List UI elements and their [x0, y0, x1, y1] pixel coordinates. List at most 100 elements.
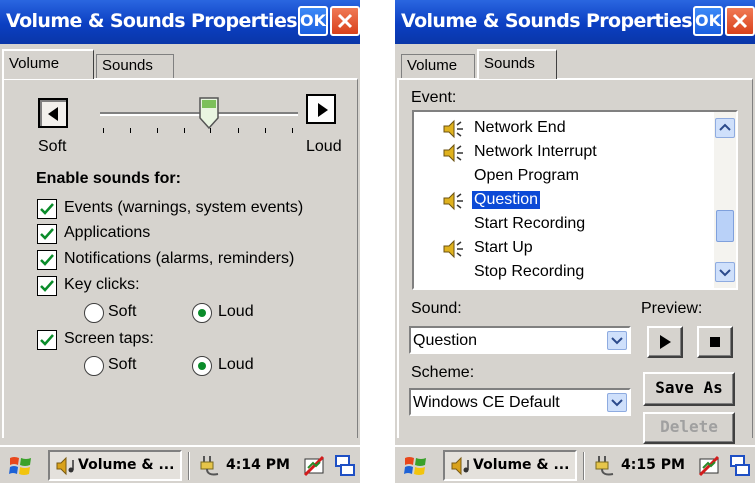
- sound-select[interactable]: Question: [409, 326, 631, 354]
- tab-volume[interactable]: Volume: [401, 54, 475, 78]
- soft-label: Soft: [38, 138, 67, 155]
- event-list[interactable]: Network End Network Interrupt Open Progr…: [412, 110, 738, 290]
- power-plug-icon[interactable]: [198, 454, 222, 478]
- taskbar-clock[interactable]: 4:14 PM: [226, 457, 290, 473]
- save-as-button[interactable]: Save As: [643, 372, 735, 406]
- checkmark-icon: [40, 280, 54, 292]
- play-icon: [660, 335, 671, 349]
- window-title: Volume & Sounds Properties: [6, 10, 298, 32]
- taskbar-task-label: Volume & ...: [78, 457, 175, 473]
- scroll-up-button[interactable]: [715, 118, 735, 138]
- taskbar-separator: [583, 452, 585, 480]
- volume-up-button[interactable]: [306, 94, 336, 124]
- scheme-dropdown-button[interactable]: [607, 393, 627, 412]
- speaker-icon: [443, 119, 463, 139]
- arrow-right-icon: [318, 103, 328, 117]
- tab-volume[interactable]: Volume: [2, 49, 94, 79]
- tab-sounds[interactable]: Sounds: [477, 49, 557, 79]
- events-label: Events (warnings, system events): [64, 199, 304, 216]
- connectivity-off-icon[interactable]: [302, 454, 326, 478]
- event-item-network-interrupt[interactable]: Network Interrupt: [414, 142, 714, 165]
- key-clicks-checkbox[interactable]: [37, 276, 57, 296]
- close-button[interactable]: [725, 6, 755, 36]
- event-list-scrollbar[interactable]: [714, 112, 736, 288]
- applications-label: Applications: [64, 224, 151, 241]
- speaker-icon: [443, 239, 463, 259]
- checkmark-icon: [40, 254, 54, 266]
- sound-label: Sound:: [411, 300, 462, 317]
- title-bar: Volume & Sounds Properties OK: [395, 0, 755, 44]
- notifications-label: Notifications (alarms, reminders): [64, 250, 295, 267]
- volume-slider-thumb[interactable]: [198, 96, 220, 130]
- checkmark-icon: [40, 203, 54, 215]
- sound-select-value: Question: [413, 332, 478, 349]
- sound-dropdown-button[interactable]: [607, 331, 627, 350]
- stop-button[interactable]: [697, 326, 733, 358]
- tab-strip: Volume Sounds: [0, 44, 360, 79]
- speaker-notes-icon: [451, 456, 469, 476]
- close-button[interactable]: [330, 6, 360, 36]
- chevron-down-icon: [611, 337, 623, 345]
- taskbar-volume-button[interactable]: Volume & ...: [48, 450, 182, 481]
- event-item-start-recording[interactable]: Start Recording: [414, 214, 714, 237]
- close-icon: [732, 13, 748, 29]
- notifications-checkbox[interactable]: [37, 250, 57, 270]
- connectivity-off-icon[interactable]: [697, 454, 721, 478]
- slider-tick: [103, 128, 104, 133]
- play-button[interactable]: [647, 326, 683, 358]
- event-item-network-end[interactable]: Network End: [414, 118, 714, 141]
- event-item-stop-recording[interactable]: Stop Recording: [414, 262, 714, 285]
- speaker-icon: [443, 191, 463, 211]
- title-bar: Volume & Sounds Properties OK: [0, 0, 360, 44]
- taskbar-clock[interactable]: 4:15 PM: [621, 457, 685, 473]
- event-item-open-program[interactable]: Open Program: [414, 166, 714, 189]
- speaker-icon: [443, 143, 463, 163]
- screen-taps-loud-radio[interactable]: [192, 356, 212, 376]
- scroll-thumb[interactable]: [716, 210, 734, 242]
- event-item-start-up[interactable]: Start Up: [414, 238, 714, 261]
- window-switch-icon[interactable]: [334, 454, 356, 478]
- volume-down-button[interactable]: [38, 98, 68, 128]
- scroll-down-button[interactable]: [715, 262, 735, 282]
- screen-taps-soft-label: Soft: [108, 356, 137, 373]
- checkmark-icon: [40, 228, 54, 240]
- scheme-select[interactable]: Windows CE Default: [409, 388, 631, 416]
- event-item-question[interactable]: Question: [414, 190, 714, 213]
- window-switch-icon[interactable]: [729, 454, 751, 478]
- tab-strip: Volume Sounds: [395, 44, 755, 79]
- key-clicks-soft-label: Soft: [108, 303, 137, 320]
- screen-taps-checkbox[interactable]: [37, 330, 57, 350]
- event-item-label: Network Interrupt: [474, 143, 597, 160]
- sounds-tab-screen: Volume & Sounds Properties OK Volume Sou…: [395, 0, 755, 483]
- slider-tick: [238, 128, 239, 133]
- ok-button[interactable]: OK: [693, 6, 723, 36]
- key-clicks-soft-radio[interactable]: [84, 303, 104, 323]
- event-item-label: Stop Recording: [474, 263, 585, 280]
- event-item-label: Question: [470, 190, 542, 210]
- event-item-label: Open Program: [474, 167, 579, 184]
- stop-icon: [710, 337, 720, 347]
- enable-sounds-heading: Enable sounds for:: [36, 170, 181, 187]
- ok-button[interactable]: OK: [298, 6, 328, 36]
- events-checkbox[interactable]: [37, 199, 57, 219]
- tab-sounds[interactable]: Sounds: [96, 54, 174, 78]
- key-clicks-loud-radio[interactable]: [192, 303, 212, 323]
- power-plug-icon[interactable]: [593, 454, 617, 478]
- taskbar-volume-button[interactable]: Volume & ...: [443, 450, 577, 481]
- key-clicks-loud-label: Loud: [218, 303, 254, 320]
- taskbar-task-label: Volume & ...: [473, 457, 570, 473]
- slider-tick: [265, 128, 266, 133]
- screen-taps-soft-radio[interactable]: [84, 356, 104, 376]
- checkmark-icon: [40, 334, 54, 346]
- windows-start-icon[interactable]: [8, 454, 34, 478]
- windows-start-icon[interactable]: [403, 454, 429, 478]
- event-label: Event:: [411, 89, 457, 106]
- slider-tick: [292, 128, 293, 133]
- screen-taps-label: Screen taps:: [64, 330, 154, 347]
- window-title: Volume & Sounds Properties: [401, 10, 693, 32]
- chevron-down-icon: [611, 399, 623, 407]
- scheme-select-value: Windows CE Default: [413, 394, 560, 411]
- delete-button[interactable]: Delete: [643, 412, 735, 444]
- applications-checkbox[interactable]: [37, 224, 57, 244]
- loud-label: Loud: [306, 138, 342, 155]
